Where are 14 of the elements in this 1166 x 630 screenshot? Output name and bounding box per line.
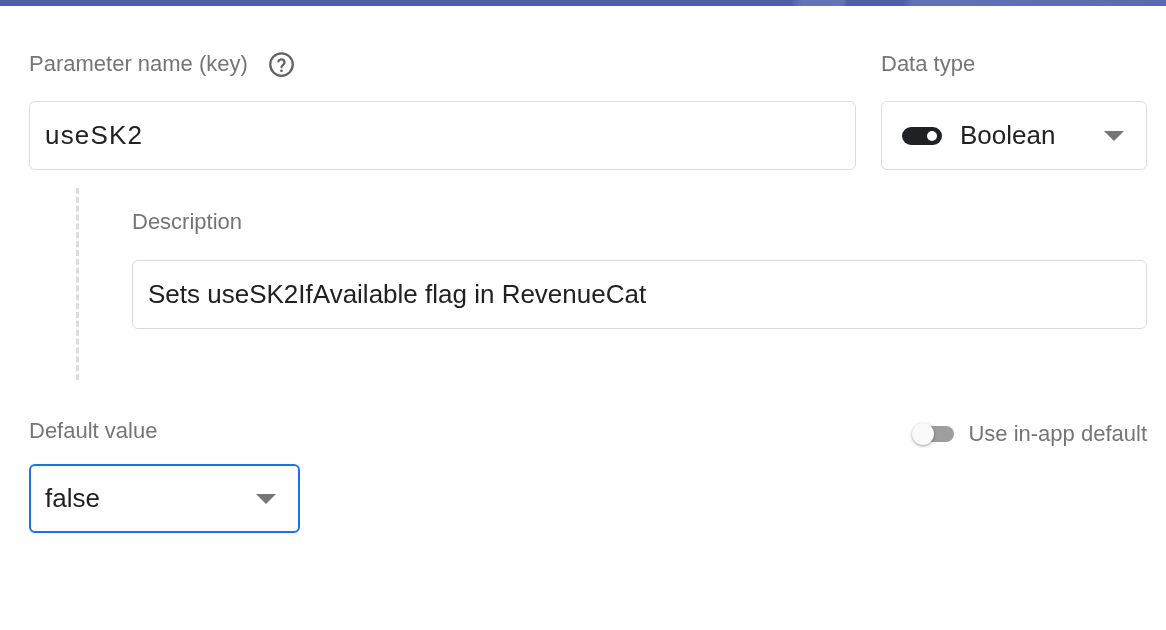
description-field[interactable]: Sets useSK2IfAvailable flag in RevenueCat [132,260,1147,329]
toggle-switch[interactable] [914,426,955,442]
field-label: Description [132,209,243,235]
field-label: Data type [881,51,976,77]
field-label: Parameter name (key) [29,51,248,77]
help-icon[interactable] [267,50,295,78]
parameter-name-field[interactable]: useSK2 [29,101,856,170]
caret-icon [1104,130,1124,141]
toggle-icon [902,126,942,145]
switch-label: Use in-app default [968,421,1147,447]
data-type-select[interactable]: Boolean [881,101,1147,170]
field-label: Default value [29,418,158,444]
caret-icon [256,493,276,504]
default-value-select[interactable]: false [29,464,300,533]
